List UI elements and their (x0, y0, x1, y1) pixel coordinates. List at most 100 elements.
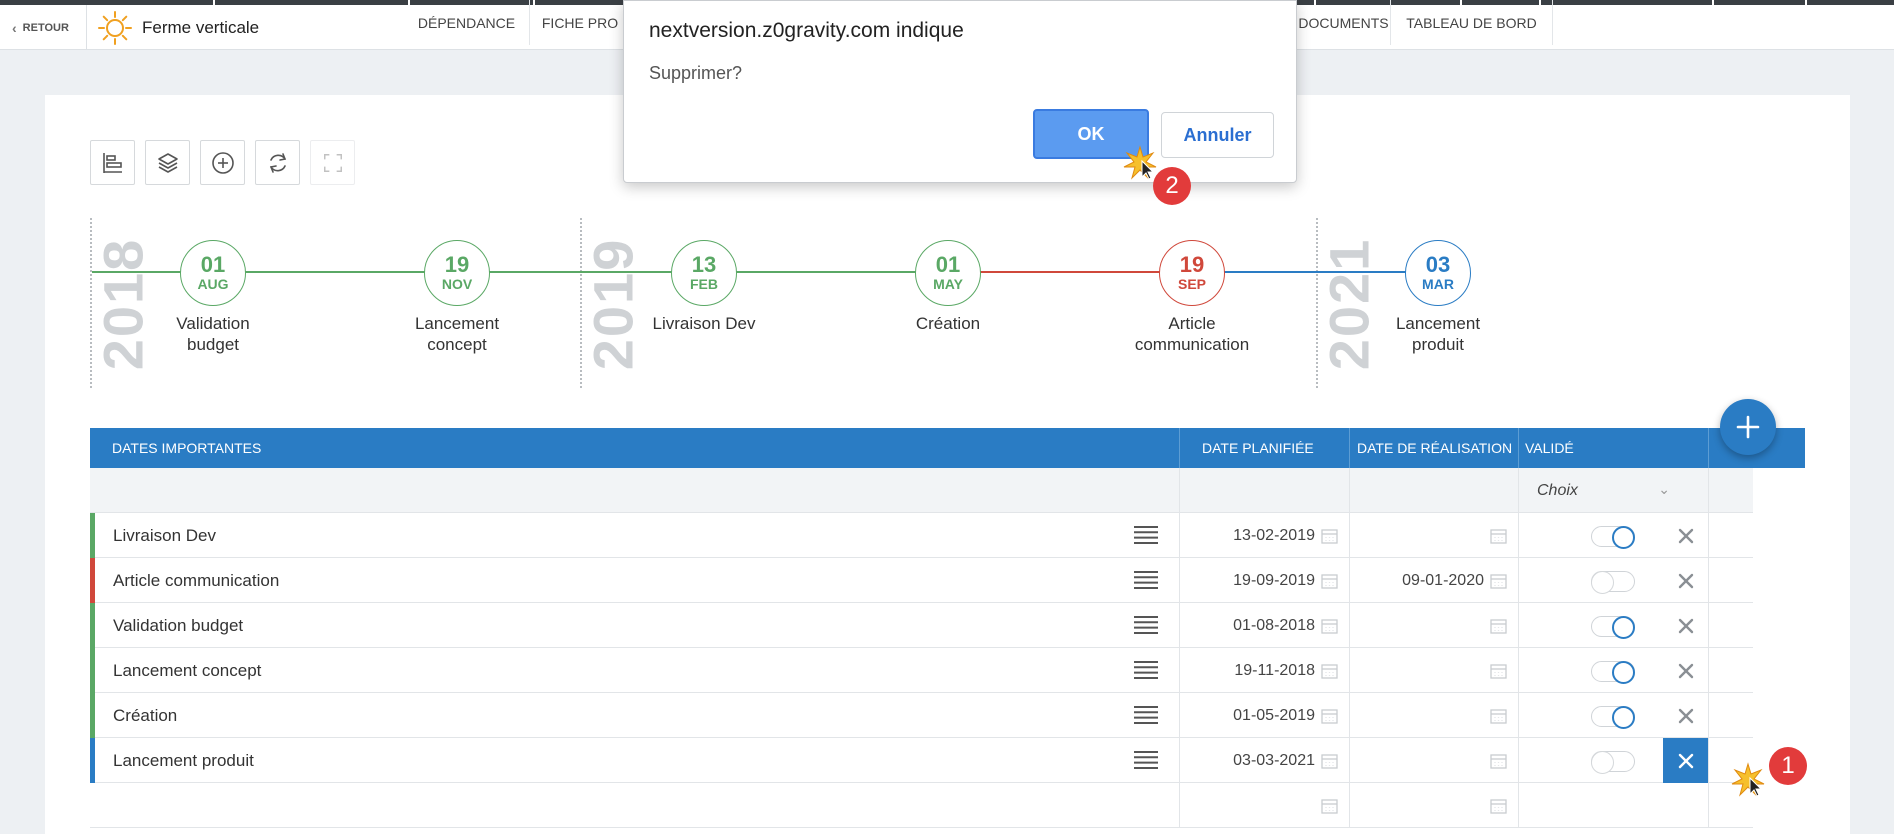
calendar-icon[interactable] (1490, 753, 1507, 769)
filter-cell (90, 468, 1180, 513)
done-date-cell[interactable] (1350, 693, 1519, 738)
calendar-icon[interactable] (1490, 708, 1507, 724)
gantt-icon (102, 152, 122, 173)
filter-cell (1519, 468, 1709, 513)
nav-documents-label: DOCUMENTS (1298, 14, 1389, 31)
table-row-empty (90, 783, 1753, 828)
dialog-title: nextversion.z0gravity.com indique (649, 19, 964, 42)
delete-button[interactable] (1663, 513, 1708, 558)
column-header-done[interactable]: DATE DE RÉALISATION (1350, 428, 1519, 468)
milestone[interactable]: 03 MAR Lancement produit (1348, 240, 1528, 355)
planned-date-cell[interactable]: 19-09-2019 (1180, 558, 1350, 603)
delete-button[interactable] (1663, 693, 1708, 738)
menu-icon[interactable] (1134, 525, 1158, 545)
calendar-icon[interactable] (1321, 573, 1338, 589)
calendar-icon[interactable] (1490, 528, 1507, 544)
menu-icon[interactable] (1134, 615, 1158, 635)
planned-date-cell[interactable] (1180, 783, 1350, 828)
calendar-icon[interactable] (1321, 798, 1338, 814)
calendar-icon[interactable] (1321, 528, 1338, 544)
nav-fiche-projet[interactable]: FICHE PRO (530, 0, 630, 45)
milestone[interactable]: 19 NOV Lancement concept (367, 240, 547, 355)
table-row: Lancement concept 19-11-2018 (90, 648, 1753, 693)
table-row: Article communication 19-09-2019 09-01-202… (90, 558, 1753, 603)
planned-date: 19-09-2019 (1233, 571, 1315, 589)
done-date-cell[interactable]: 09-01-2020 (1350, 558, 1519, 603)
calendar-icon[interactable] (1321, 663, 1338, 679)
menu-icon[interactable] (1134, 705, 1158, 725)
validated-toggle[interactable] (1591, 751, 1635, 774)
name-cell[interactable]: Livraison Dev (90, 513, 1180, 558)
delete-button[interactable] (1663, 648, 1708, 693)
milestone-month: NOV (441, 275, 473, 292)
cancel-button[interactable]: Annuler (1161, 112, 1274, 158)
nav-documents[interactable]: DOCUMENTS (1297, 0, 1391, 45)
name-cell[interactable] (90, 783, 1180, 828)
validated-toggle[interactable] (1591, 616, 1635, 639)
toolbar (90, 140, 355, 185)
calendar-icon[interactable] (1321, 708, 1338, 724)
calendar-icon[interactable] (1490, 573, 1507, 589)
calendar-icon[interactable] (1490, 618, 1507, 634)
column-header-validated[interactable]: VALIDÉ (1519, 428, 1709, 468)
calendar-icon[interactable] (1321, 753, 1338, 769)
refresh-button[interactable] (255, 140, 300, 185)
milestone[interactable]: 13 FEB Livraison Dev (614, 240, 794, 334)
done-date-cell[interactable] (1350, 738, 1519, 783)
toggle-knob (1612, 616, 1635, 639)
planned-date-cell[interactable]: 03-03-2021 (1180, 738, 1350, 783)
toggle-knob (1591, 571, 1614, 594)
nav-tableau-de-bord[interactable]: TABLEAU DE BORD (1391, 0, 1553, 45)
calendar-icon[interactable] (1321, 618, 1338, 634)
calendar-icon[interactable] (1490, 663, 1507, 679)
done-date-cell[interactable] (1350, 783, 1519, 828)
done-date-cell[interactable] (1350, 513, 1519, 558)
name-cell[interactable]: Lancement produit (90, 738, 1180, 783)
done-date-cell[interactable] (1350, 648, 1519, 693)
nav-dependance[interactable]: DÉPENDANCE (404, 0, 530, 45)
add-date-button[interactable] (1720, 399, 1776, 455)
planned-date-cell[interactable]: 13-02-2019 (1180, 513, 1350, 558)
add-circle-button[interactable] (200, 140, 245, 185)
validated-toggle[interactable] (1591, 526, 1635, 549)
plus-circle-icon (211, 151, 234, 174)
delete-button[interactable] (1663, 603, 1708, 648)
name-cell[interactable]: Création (90, 693, 1180, 738)
column-header-name[interactable]: DATES IMPORTANTES (90, 428, 1180, 468)
layers-icon (157, 152, 178, 173)
calendar-icon[interactable] (1490, 798, 1507, 814)
menu-icon[interactable] (1134, 660, 1158, 680)
fullscreen-button[interactable] (310, 140, 355, 185)
validated-toggle[interactable] (1591, 661, 1635, 684)
back-label: RETOUR (22, 21, 69, 34)
milestone-date-circle: 01 MAY (915, 240, 981, 306)
validated-toggle[interactable] (1591, 571, 1635, 594)
toggle-knob (1612, 706, 1635, 729)
planned-date-cell[interactable]: 19-11-2018 (1180, 648, 1350, 693)
planned-date: 01-08-2018 (1233, 616, 1315, 634)
validated-toggle[interactable] (1591, 706, 1635, 729)
gantt-view-button[interactable] (90, 140, 135, 185)
filter-cell (1350, 468, 1519, 513)
column-header-done-label: DATE DE RÉALISATION (1357, 440, 1513, 456)
milestone[interactable]: 19 SEP Article communication (1102, 240, 1282, 355)
planned-date-cell[interactable]: 01-05-2019 (1180, 693, 1350, 738)
milestone[interactable]: 01 MAY Création (858, 240, 1038, 334)
back-button[interactable]: ‹ RETOUR (0, 5, 87, 50)
refresh-icon (269, 152, 286, 173)
delete-button[interactable] (1663, 558, 1708, 603)
delete-button[interactable] (1663, 738, 1708, 783)
menu-icon[interactable] (1134, 750, 1158, 770)
name-cell[interactable]: Article communication (90, 558, 1180, 603)
row-name: Livraison Dev (113, 525, 216, 545)
done-date-cell[interactable] (1350, 603, 1519, 648)
milestone[interactable]: 01 AUG Validation budget (123, 240, 303, 355)
name-cell[interactable]: Lancement concept (90, 648, 1180, 693)
menu-icon[interactable] (1134, 570, 1158, 590)
column-header-planned[interactable]: DATE PLANIFIÉE (1180, 428, 1350, 468)
row-name: Validation budget (113, 615, 244, 635)
name-cell[interactable]: Validation budget (90, 603, 1180, 648)
layers-button[interactable] (145, 140, 190, 185)
milestone-label: Lancement produit (1395, 314, 1481, 354)
planned-date-cell[interactable]: 01-08-2018 (1180, 603, 1350, 648)
